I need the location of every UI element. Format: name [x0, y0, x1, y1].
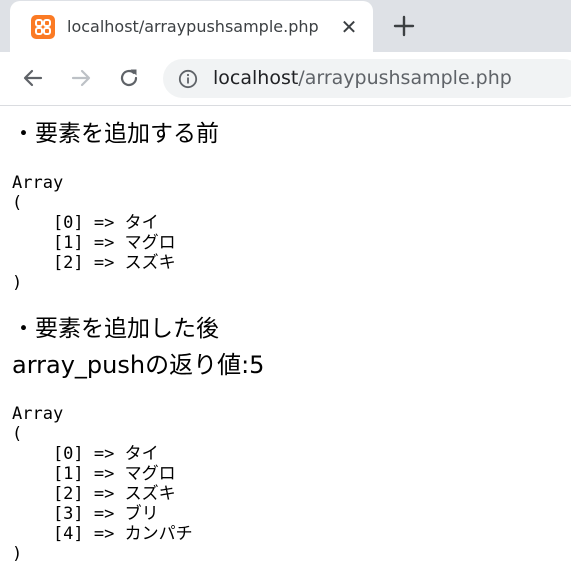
- tab-close-icon[interactable]: ✕: [337, 15, 361, 39]
- page-content: ・要素を追加する前 Array ( [0] => タイ [1] => マグロ […: [0, 106, 571, 587]
- array-item: [1] => マグロ: [12, 233, 176, 253]
- after-heading: ・要素を追加した後: [12, 316, 219, 342]
- after-array-dump: Array ( [0] => タイ [1] => マグロ [2] => スズキ …: [12, 404, 193, 564]
- tab-strip: localhost/arraypushsample.php ✕: [0, 0, 571, 52]
- plus-icon: [393, 15, 415, 37]
- array-close-paren: ): [12, 544, 23, 564]
- url-host: localhost: [213, 67, 299, 89]
- reload-icon: [120, 69, 138, 87]
- before-array-dump: Array ( [0] => タイ [1] => マグロ [2] => スズキ …: [12, 173, 176, 293]
- url-path: /arraypushsample.php: [298, 67, 512, 89]
- array-item: [2] => スズキ: [12, 253, 176, 273]
- return-value-line: array_pushの返り値:5: [12, 351, 265, 379]
- info-icon[interactable]: [178, 69, 198, 89]
- array-item: [2] => スズキ: [12, 484, 176, 504]
- array-item: [1] => マグロ: [12, 464, 176, 484]
- array-open-word: Array: [12, 173, 64, 193]
- array-item: [0] => タイ: [12, 444, 159, 464]
- array-open-word: Array: [12, 404, 64, 424]
- xampp-icon: [31, 15, 55, 39]
- array-open-paren: (: [12, 193, 23, 213]
- array-item: [3] => ブリ: [12, 504, 159, 524]
- arrow-right-icon: [71, 69, 91, 87]
- address-bar[interactable]: localhost/arraypushsample.php: [163, 59, 571, 98]
- array-item: [0] => タイ: [12, 213, 159, 233]
- arrow-left-icon: [23, 69, 43, 87]
- array-close-paren: ): [12, 273, 23, 293]
- reload-button[interactable]: [116, 65, 142, 91]
- array-open-paren: (: [12, 424, 23, 444]
- forward-button[interactable]: [68, 65, 94, 91]
- before-heading: ・要素を追加する前: [12, 121, 219, 147]
- browser-tab[interactable]: localhost/arraypushsample.php ✕: [10, 1, 373, 52]
- browser-toolbar: localhost/arraypushsample.php: [0, 52, 571, 106]
- new-tab-button[interactable]: [390, 12, 418, 40]
- tab-title: localhost/arraypushsample.php: [67, 17, 319, 36]
- back-button[interactable]: [20, 65, 46, 91]
- url-text[interactable]: localhost/arraypushsample.php: [213, 59, 512, 98]
- array-item: [4] => カンパチ: [12, 524, 193, 544]
